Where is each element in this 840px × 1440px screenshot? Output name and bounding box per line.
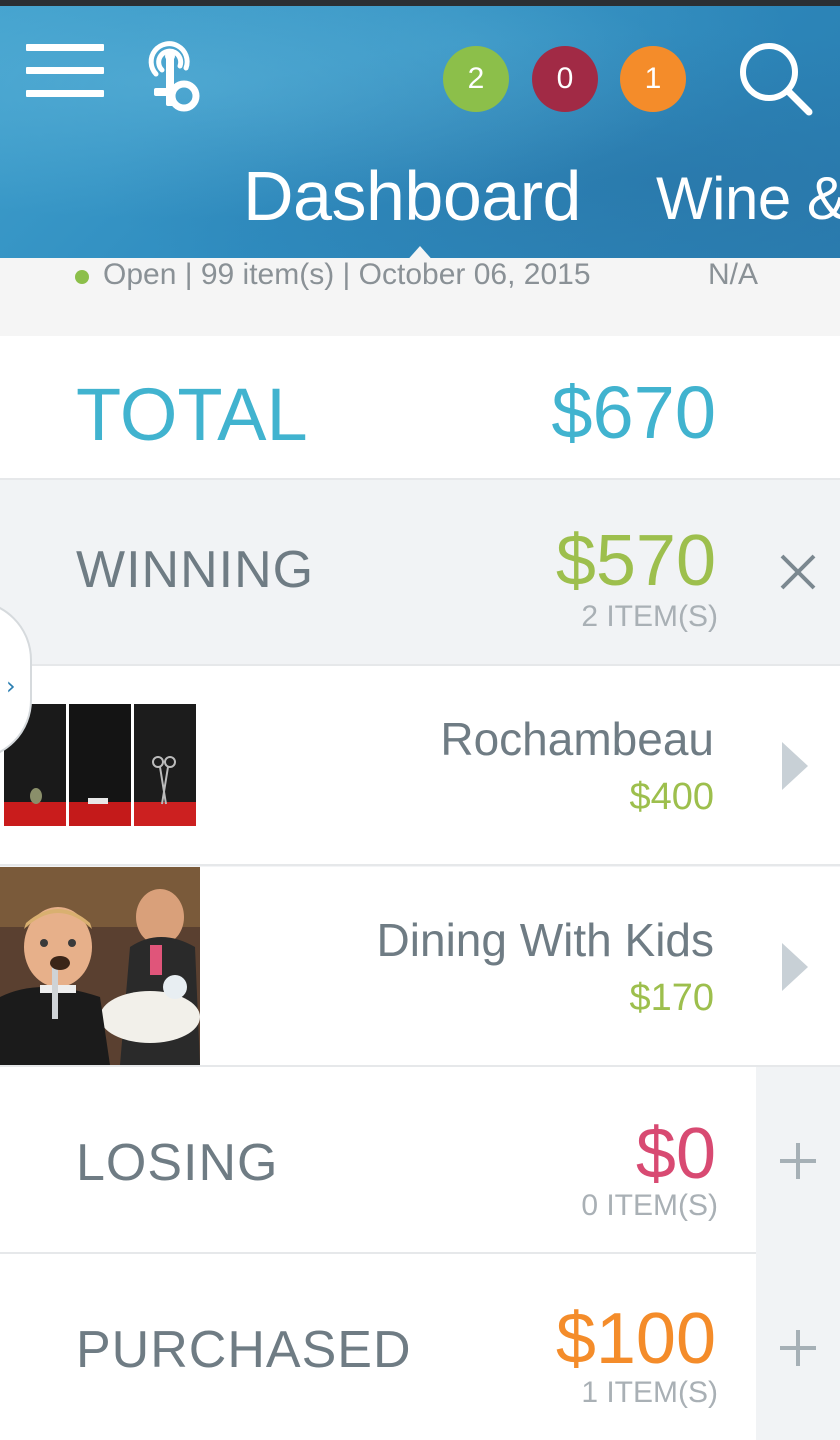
hamburger-menu-icon[interactable] xyxy=(26,44,104,100)
app-logo-icon[interactable] xyxy=(142,34,202,114)
purchased-row[interactable]: PURCHASED $100 1 ITEM(S) xyxy=(0,1254,840,1440)
tab-dashboard[interactable]: Dashboard xyxy=(243,156,581,236)
notification-badge-orange[interactable]: 1 xyxy=(620,46,686,112)
purchased-amount: $100 xyxy=(555,1299,716,1379)
item-price: $170 xyxy=(629,977,714,1019)
total-amount: $670 xyxy=(551,371,716,454)
active-tab-indicator xyxy=(404,246,436,258)
expand-losing-button[interactable] xyxy=(756,1067,840,1254)
open-status-dot xyxy=(75,270,89,284)
child-dining-photo xyxy=(0,867,200,1065)
list-item[interactable]: Rochambeau $400 xyxy=(0,666,840,866)
status-right-value: N/A xyxy=(708,258,759,291)
losing-amount: $0 xyxy=(635,1114,716,1194)
chevron-right-icon[interactable] xyxy=(782,943,808,991)
total-label: TOTAL xyxy=(76,373,308,456)
item-name: Dining With Kids xyxy=(376,914,714,966)
tab-wine[interactable]: Wine & xyxy=(656,164,840,233)
search-icon[interactable] xyxy=(735,40,815,120)
chevron-right-icon[interactable] xyxy=(782,742,808,790)
rock-paper-scissors-photo xyxy=(0,704,196,826)
losing-label: LOSING xyxy=(76,1134,279,1192)
plus-icon xyxy=(780,1330,816,1366)
notification-badge-green[interactable]: 2 xyxy=(443,46,509,112)
winning-label: WINNING xyxy=(76,541,315,599)
app-header: 2 0 1 Dashboard Wine & xyxy=(0,6,840,258)
plus-icon xyxy=(780,1143,816,1179)
expand-purchased-button[interactable] xyxy=(756,1254,840,1440)
chevron-right-icon: › xyxy=(6,672,16,700)
winning-item-count: 2 ITEM(S) xyxy=(581,600,718,633)
purchased-label: PURCHASED xyxy=(76,1321,412,1379)
total-row: TOTAL $670 xyxy=(0,336,840,480)
winning-amount: $570 xyxy=(555,521,716,601)
purchased-item-count: 1 ITEM(S) xyxy=(581,1376,718,1409)
losing-row[interactable]: LOSING $0 0 ITEM(S) xyxy=(0,1067,840,1254)
winning-row[interactable]: WINNING $570 2 ITEM(S) xyxy=(0,480,840,666)
list-item[interactable]: Dining With Kids $170 xyxy=(0,867,840,1067)
auction-status-text: Open | 99 item(s) | October 06, 2015 xyxy=(103,258,591,291)
notification-badge-red[interactable]: 0 xyxy=(532,46,598,112)
losing-item-count: 0 ITEM(S) xyxy=(581,1189,718,1222)
item-price: $400 xyxy=(629,776,714,818)
item-name: Rochambeau xyxy=(440,713,714,765)
close-icon[interactable] xyxy=(776,550,820,594)
